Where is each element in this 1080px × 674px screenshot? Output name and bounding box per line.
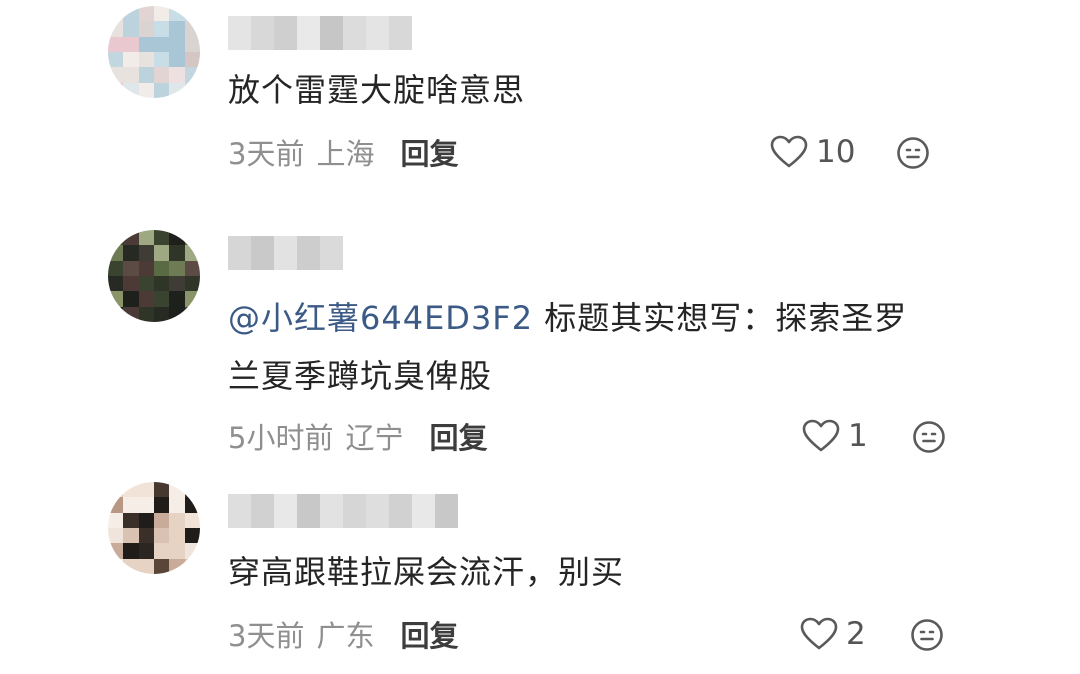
- avatar[interactable]: [108, 230, 200, 322]
- neutral-face-icon[interactable]: [896, 136, 930, 170]
- comment-location: 广东: [316, 619, 375, 653]
- reply-button[interactable]: 回复: [400, 131, 458, 173]
- heart-outline-icon: [770, 135, 808, 168]
- comment-location: 辽宁: [345, 421, 404, 455]
- like-button[interactable]: 1: [802, 416, 868, 456]
- comment-body-continued: 兰夏季蹲坑臭俾股: [228, 357, 493, 395]
- username-blurred[interactable]: [228, 236, 343, 270]
- username-blurred[interactable]: [228, 16, 412, 50]
- comment-location: 上海: [316, 137, 375, 171]
- comment-body: 标题其实想写：探索圣罗: [533, 299, 908, 337]
- comment-meta: 3天前 上海 回复: [228, 132, 458, 172]
- like-count: 10: [816, 134, 856, 170]
- comment-body: 穿高跟鞋拉屎会流汗，别买: [228, 553, 625, 591]
- heart-outline-icon: [802, 419, 840, 452]
- comment-text: @小红薯644ED3F2 标题其实想写：探索圣罗: [228, 291, 907, 345]
- like-button[interactable]: 2: [800, 614, 866, 654]
- comment-time: 3天前: [228, 619, 305, 653]
- comment-text-line2: 兰夏季蹲坑臭俾股: [228, 349, 492, 403]
- avatar[interactable]: [108, 482, 200, 574]
- comment-body: 放个雷霆大腚啥意思: [228, 71, 526, 109]
- mention-link[interactable]: @小红薯644ED3F2: [228, 299, 533, 337]
- neutral-face-icon[interactable]: [910, 618, 944, 652]
- heart-outline-icon: [800, 617, 838, 650]
- neutral-face-icon[interactable]: [912, 420, 946, 454]
- like-count: 1: [848, 418, 868, 454]
- username-blurred[interactable]: [228, 494, 458, 528]
- like-count: 2: [846, 616, 866, 652]
- comment-meta: 3天前 广东 回复: [228, 614, 458, 654]
- reply-button[interactable]: 回复: [429, 415, 487, 457]
- comment-meta: 5小时前 辽宁 回复: [228, 416, 487, 456]
- like-button[interactable]: 10: [770, 132, 855, 172]
- reply-button[interactable]: 回复: [400, 613, 458, 655]
- comment-time: 3天前: [228, 137, 305, 171]
- comment-text: 放个雷霆大腚啥意思: [228, 63, 525, 117]
- comment-text: 穿高跟鞋拉屎会流汗，别买: [228, 545, 624, 599]
- comment-time: 5小时前: [228, 421, 334, 455]
- avatar[interactable]: [108, 6, 200, 98]
